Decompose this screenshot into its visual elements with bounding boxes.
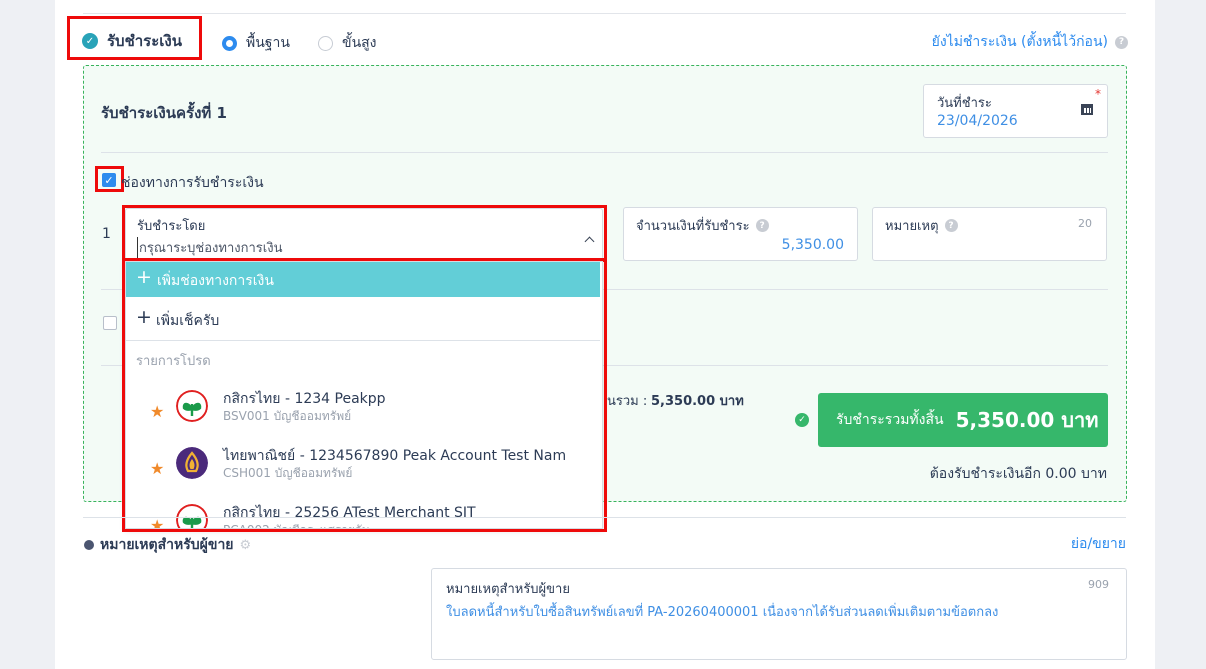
channel-checkbox[interactable]: ✓ — [102, 173, 116, 187]
check-circle-icon: ✓ — [82, 33, 98, 49]
radio-unselected-icon — [318, 35, 333, 51]
pay-by-highlight — [122, 205, 607, 262]
amount-value: 5,350.00 — [781, 237, 844, 253]
help-icon: ? — [944, 219, 958, 232]
mode-basic-radio[interactable]: พื้นฐาน — [222, 32, 290, 54]
seller-note-counter: 909 — [1088, 578, 1109, 591]
channel-checkbox-label: ช่องทางการรับชำระเงิน — [121, 175, 264, 191]
date-field[interactable]: วันที่ชำระ * 23/04/2026 — [923, 84, 1108, 138]
row-number: 1 — [102, 226, 111, 242]
date-value: 23/04/2026 — [937, 113, 1018, 129]
seller-note-heading-text: หมายเหตุสำหรับผู้ขาย — [100, 537, 234, 553]
receive-payment-label: รับชำระเงิน — [107, 32, 182, 50]
mode-basic-label: พื้นฐาน — [246, 35, 290, 51]
seller-note-heading: หมายเหตุสำหรับผู้ขาย ⚙ — [84, 534, 251, 556]
section-title: รับชำระเงินครั้งที่ 1 — [101, 104, 227, 122]
divider — [101, 152, 1108, 153]
total-button-amount: 5,350.00 บาท — [955, 408, 1099, 432]
seller-note-text: ใบลดหนี้สำหรับใบซื้อสินทรัพย์เลขที่ PA-2… — [446, 605, 999, 620]
divider — [83, 517, 1126, 518]
date-label: วันที่ชำระ — [937, 96, 992, 111]
gear-icon[interactable]: ⚙ — [240, 538, 252, 553]
total-label: นรวม : — [607, 394, 648, 409]
option-checkbox[interactable] — [103, 316, 117, 330]
radio-selected-icon — [222, 35, 237, 51]
mode-advanced-radio[interactable]: ขั้นสูง — [318, 32, 377, 54]
check-circle-icon: ✓ — [795, 413, 809, 427]
total-payment-button[interactable]: รับชำระรวมทั้งสิ้น 5,350.00 บาท — [818, 393, 1108, 447]
seller-note-field-label: หมายเหตุสำหรับผู้ขาย — [446, 582, 570, 597]
amount-label-wrap: จำนวนเงินที่รับชำระ ? — [636, 215, 769, 236]
calendar-icon[interactable] — [1081, 104, 1093, 115]
note-label: หมายเหตุ — [885, 219, 939, 234]
note-counter: 20 — [1078, 217, 1092, 230]
defer-payment-link[interactable]: ยังไม่ชำระเงิน (ตั้งหนี้ไว้ก่อน) ? — [932, 31, 1128, 53]
amount-field[interactable]: จำนวนเงินที่รับชำระ ? 5,350.00 — [623, 207, 858, 261]
remaining-text: ต้องรับชำระเงินอีก 0.00 บาท — [929, 466, 1107, 482]
total-button-label: รับชำระรวมทั้งสิ้น — [836, 412, 944, 428]
defer-payment-label: ยังไม่ชำระเงิน (ตั้งหนี้ไว้ก่อน) — [931, 34, 1108, 50]
divider — [83, 13, 1126, 14]
amount-label: จำนวนเงินที่รับชำระ — [636, 219, 750, 234]
collapse-expand-link[interactable]: ย่อ/ขยาย — [1071, 533, 1126, 555]
seller-note-field[interactable]: หมายเหตุสำหรับผู้ขาย 909 ใบลดหนี้สำหรับใ… — [431, 568, 1127, 660]
bullet-dot — [84, 540, 94, 550]
help-icon: ? — [1115, 35, 1128, 49]
mode-advanced-label: ขั้นสูง — [342, 35, 377, 51]
required-asterisk: * — [1095, 87, 1101, 101]
help-icon: ? — [755, 219, 769, 232]
total-value: 5,350.00 บาท — [651, 394, 744, 409]
note-field[interactable]: หมายเหตุ ? 20 — [872, 207, 1107, 261]
dropdown-highlight — [122, 258, 607, 532]
receive-payment-toggle[interactable]: ✓ รับชำระเงิน — [82, 29, 182, 53]
note-label-wrap: หมายเหตุ ? — [885, 215, 958, 236]
